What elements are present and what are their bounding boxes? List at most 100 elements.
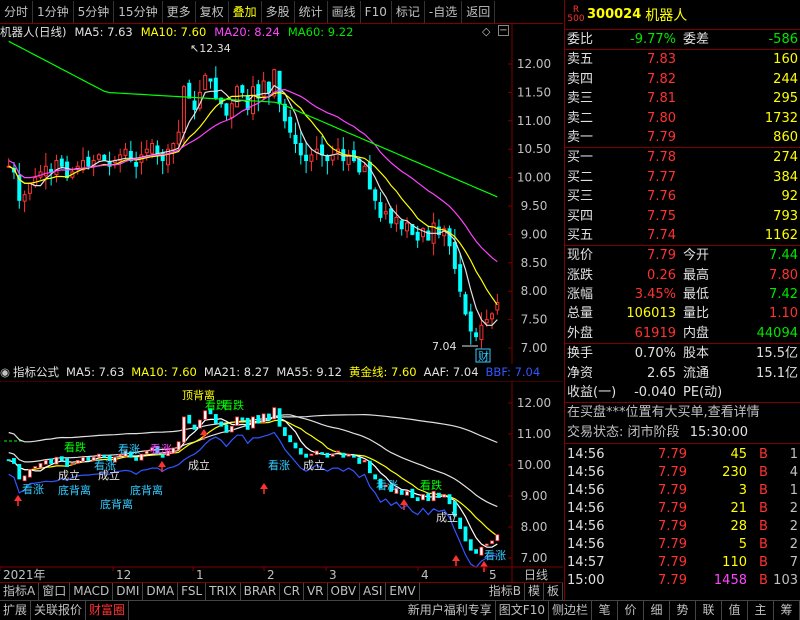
quote-stats: 现价 7.79 今开 7.44 涨跌 0.26 最高 7.80 涨幅 3.45% 最低 7.42 总量 1… xyxy=(565,246,800,345)
tab-brar[interactable]: BRAR xyxy=(241,583,281,600)
tab-board[interactable]: 板 xyxy=(544,583,563,600)
tab-template[interactable]: 模 xyxy=(525,583,544,600)
indicator-candle xyxy=(65,458,69,467)
trend-icon[interactable]: 势 xyxy=(670,601,696,620)
tick-row: 14:56 7.79 3 B 1 xyxy=(565,482,800,500)
indicator-candle xyxy=(277,408,282,427)
tick-c: 2 xyxy=(789,537,798,553)
related-quotes-button[interactable]: 关联报价 xyxy=(31,601,87,620)
f10-button[interactable]: F10 xyxy=(361,0,392,23)
tab-5min[interactable]: 5分钟 xyxy=(74,0,115,23)
tick-p: 7.79 xyxy=(658,537,687,553)
detail-icon[interactable]: 细 xyxy=(644,601,670,620)
indicator-chart[interactable]: 12.0011.0010.009.008.007.00 顶背离看跌看跌看涨成立看… xyxy=(0,381,563,582)
indicator-candle xyxy=(54,456,59,465)
indicator-candle xyxy=(6,459,11,462)
signal-tag: 成立 xyxy=(58,468,80,482)
f10-graphic-button[interactable]: 图文F10 xyxy=(496,601,549,620)
fund-row: 换手 0.70% 股本 15.5亿 xyxy=(565,344,800,363)
tab-trix[interactable]: TRIX xyxy=(206,583,241,600)
back-button[interactable]: 返回 xyxy=(462,0,496,23)
candle-body xyxy=(171,143,176,151)
remove-watchlist-button[interactable]: -自选 xyxy=(425,0,463,23)
linked-icon[interactable]: 联 xyxy=(696,601,722,620)
candle-body xyxy=(452,241,457,269)
tab-1min[interactable]: 1分钟 xyxy=(33,0,74,23)
statistics-button[interactable]: 统计 xyxy=(295,0,328,23)
tab-vr[interactable]: VR xyxy=(304,583,328,600)
sidebar-button[interactable]: 侧边栏 xyxy=(549,601,592,620)
indicator-axis-label: 9.00 xyxy=(521,489,548,503)
indicator-candle xyxy=(144,450,149,455)
tab-obv[interactable]: OBV xyxy=(328,583,361,600)
indicator-tabs: 指标A 窗口 MACD DMI DMA FSL TRIX BRAR CR VR … xyxy=(0,582,563,600)
indicator-candle xyxy=(336,450,340,453)
tick-p: 7.79 xyxy=(658,465,687,481)
indicator-name[interactable]: 指标公式 xyxy=(13,364,59,380)
time-axis-label: 2021年 xyxy=(3,568,46,582)
tab-indicator-a[interactable]: 指标A xyxy=(0,583,40,600)
chips-icon[interactable]: 筹 xyxy=(774,601,800,620)
buy-row-label: 买五 xyxy=(567,227,594,243)
buy-row-value: 7.75 xyxy=(647,208,676,224)
trade-time: 15:30:00 xyxy=(689,425,749,441)
new-user-benefit-link[interactable]: 新用户福利专享 xyxy=(405,601,496,620)
value-icon[interactable]: 值 xyxy=(722,601,748,620)
adjust-button[interactable]: 复权 xyxy=(196,0,229,23)
overlay-button[interactable]: 叠加 xyxy=(229,0,262,23)
indicator-candle xyxy=(484,543,489,546)
signal-tag: 看涨 xyxy=(268,458,290,472)
tab-15min[interactable]: 15分钟 xyxy=(114,0,163,23)
indicator-candle xyxy=(341,452,346,458)
tick-row: 14:56 7.79 230 B 4 xyxy=(565,464,800,482)
price-icon[interactable]: 价 xyxy=(618,601,644,620)
tab-dmi[interactable]: DMI xyxy=(113,583,144,600)
sell-row-value2: 244 xyxy=(773,71,798,87)
indicator-candle xyxy=(357,457,362,464)
fund-row-value2: 15.1亿 xyxy=(756,365,798,381)
tab-indicator-b[interactable]: 指标B xyxy=(486,583,525,600)
big-order-notice[interactable]: 在买盘***位置有大买单,查看详情 xyxy=(565,403,800,423)
tick-t: 14:57 xyxy=(567,555,605,571)
diamond-icon[interactable]: ◇ xyxy=(482,25,490,38)
extend-button[interactable]: 扩展 xyxy=(0,601,32,620)
signal-tag: 看跌 xyxy=(64,440,86,454)
tick-c: 4 xyxy=(789,465,798,481)
multi-stock-button[interactable]: 多股 xyxy=(262,0,295,23)
indicator-dropdown-icon[interactable]: ◉ xyxy=(0,365,10,379)
main-icon[interactable]: 主 xyxy=(748,601,774,620)
tab-cr[interactable]: CR xyxy=(280,583,304,600)
stat-row-value: 106013 xyxy=(626,306,676,322)
tab-macd[interactable]: MACD xyxy=(70,583,114,600)
tab-dma[interactable]: DMA xyxy=(143,583,179,600)
time-axis-label: 1 xyxy=(196,568,204,582)
buy-row-label: 买三 xyxy=(567,189,594,205)
tab-more[interactable]: 更多 xyxy=(163,0,196,23)
sell-orders: 卖五 7.83 160 卖四 7.82 244 卖三 7.81 295 卖二 7.80 1732 卖一 7… xyxy=(565,50,800,149)
indicator-candle xyxy=(495,534,500,542)
indicator-candle xyxy=(362,459,367,463)
time-axis-label: 3 xyxy=(329,568,337,582)
kline-panel[interactable]: 12.00 11.50 11.00 10.50 10.00 9.50 9.00 8.50 8.0… xyxy=(0,24,563,364)
fund-row-value: -0.040 xyxy=(634,385,676,401)
wealth-circle-button[interactable]: 财富圈 xyxy=(86,601,130,620)
mark-button[interactable]: 标记 xyxy=(392,0,425,23)
draw-line-button[interactable]: 画线 xyxy=(328,0,361,23)
tab-intraday[interactable]: 分时 xyxy=(0,0,34,23)
tab-emv[interactable]: EMV xyxy=(386,583,420,600)
candle-body xyxy=(240,85,245,93)
signal-tag: 底背离 xyxy=(100,497,133,511)
sell-row-value: 7.79 xyxy=(647,129,676,145)
indicator-candle xyxy=(28,469,32,478)
tab-fsl[interactable]: FSL xyxy=(178,583,207,600)
candle-body xyxy=(405,222,410,232)
collapse-icon[interactable]: − xyxy=(498,25,509,36)
kline-title: 机器人(日线) xyxy=(0,25,67,39)
tab-window[interactable]: 窗口 xyxy=(39,583,71,600)
tick-list[interactable]: 14:56 7.79 45 B 1 14:56 7.79 230 B 4 14:56 7.79 3 B 1 1… xyxy=(565,444,800,590)
tick-icon[interactable]: 笔 xyxy=(592,601,618,620)
tab-asi[interactable]: ASI xyxy=(360,583,387,600)
tick-q: 28 xyxy=(730,519,747,535)
fundamental-stats: 换手 0.70% 股本 15.5亿 净资 2.65 流通 15.1亿 收益(一) -0.040 PE… xyxy=(565,344,800,404)
kline-chart[interactable]: 12.00 11.50 11.00 10.50 10.00 9.50 9.00 8.50 8.0… xyxy=(0,24,563,364)
